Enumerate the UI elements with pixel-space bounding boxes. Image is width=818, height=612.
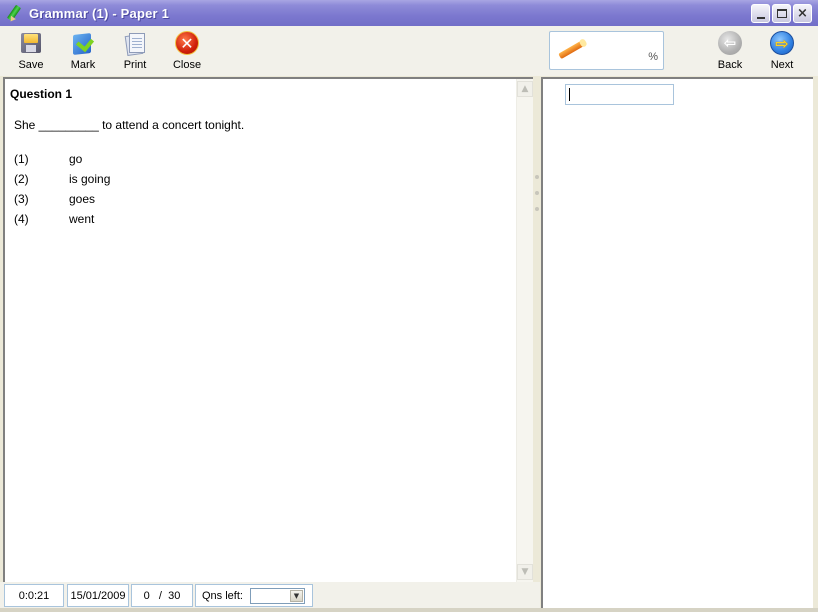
next-button[interactable]: ⇨ Next xyxy=(760,30,804,74)
option-number: (1) xyxy=(14,152,29,166)
next-label: Next xyxy=(770,59,794,71)
window-close-button[interactable]: × xyxy=(793,4,812,23)
qns-left-box: Qns left: ▼ xyxy=(195,584,313,607)
scroll-down-button[interactable]: ▼ xyxy=(517,564,533,580)
option-text: went xyxy=(69,212,95,226)
dropdown-arrow-button[interactable]: ▼ xyxy=(290,590,303,602)
progress-display: 0 / 30 xyxy=(131,584,193,607)
mark-button[interactable]: Mark xyxy=(61,30,105,74)
mark-book-icon xyxy=(70,30,96,56)
grip-dot-icon xyxy=(535,191,539,195)
window-bottom-border xyxy=(0,608,818,612)
score-percent-unit: % xyxy=(648,51,658,63)
close-icon: × xyxy=(797,6,808,21)
answer-pane xyxy=(541,77,813,608)
options-list: (1) go (2) is going (3) goes (4) went xyxy=(14,152,515,232)
grip-dot-icon xyxy=(535,207,539,211)
print-pages-icon xyxy=(122,30,148,57)
save-disk-icon xyxy=(18,30,44,56)
score-display: % xyxy=(549,31,664,70)
close-label: Close xyxy=(172,59,202,71)
save-label: Save xyxy=(18,59,44,71)
option-item: (4) went xyxy=(14,212,515,232)
save-button[interactable]: Save xyxy=(9,30,53,74)
timer-display: 0:0:21 xyxy=(4,584,64,607)
qns-left-label: Qns left: xyxy=(202,589,243,602)
app-pencil-icon xyxy=(6,3,26,24)
date-display: 15/01/2009 xyxy=(67,584,129,607)
vertical-scrollbar[interactable]: ▲ ▼ xyxy=(516,79,533,582)
text-caret xyxy=(569,88,570,101)
minimize-icon xyxy=(756,16,765,19)
qns-left-dropdown[interactable]: ▼ xyxy=(250,588,305,604)
print-button[interactable]: Print xyxy=(113,30,157,74)
pencil-icon xyxy=(558,40,584,60)
chevron-up-icon: ▲ xyxy=(521,84,529,94)
option-text: go xyxy=(69,152,83,166)
close-red-x-icon: ✕ xyxy=(174,30,200,56)
option-item: (1) go xyxy=(14,152,515,172)
option-number: (2) xyxy=(14,172,29,186)
grip-dot-icon xyxy=(535,175,539,179)
back-button[interactable]: ⇦ Back xyxy=(708,30,752,74)
question-pane: Question 1 She _________ to attend a con… xyxy=(3,77,533,582)
option-text: goes xyxy=(69,192,96,206)
option-number: (4) xyxy=(14,212,29,226)
next-arrow-icon: ⇨ xyxy=(769,30,795,56)
option-item: (3) goes xyxy=(14,192,515,212)
maximize-icon xyxy=(776,9,787,18)
chevron-down-icon: ▼ xyxy=(293,592,300,600)
pane-splitter[interactable] xyxy=(533,77,541,607)
answer-input[interactable] xyxy=(565,84,674,105)
mark-label: Mark xyxy=(70,59,96,71)
question-title: Question 1 xyxy=(10,87,73,101)
print-label: Print xyxy=(123,59,147,71)
question-text: She _________ to attend a concert tonigh… xyxy=(14,118,245,132)
option-item: (2) is going xyxy=(14,172,515,192)
back-label: Back xyxy=(717,59,743,71)
option-text: is going xyxy=(69,172,111,186)
window-title: Grammar (1) - Paper 1 xyxy=(29,5,170,21)
title-bar[interactable]: Grammar (1) - Paper 1 × xyxy=(0,0,818,26)
scroll-up-button[interactable]: ▲ xyxy=(517,81,533,97)
minimize-button[interactable] xyxy=(751,4,770,23)
option-number: (3) xyxy=(14,192,29,206)
toolbar: Save Mark Print ✕ Close % ⇦ Back ⇨ Next xyxy=(0,26,818,76)
back-arrow-icon: ⇦ xyxy=(717,30,743,56)
maximize-button[interactable] xyxy=(772,4,791,23)
chevron-down-icon: ▼ xyxy=(521,567,529,577)
close-button[interactable]: ✕ Close xyxy=(165,30,209,74)
